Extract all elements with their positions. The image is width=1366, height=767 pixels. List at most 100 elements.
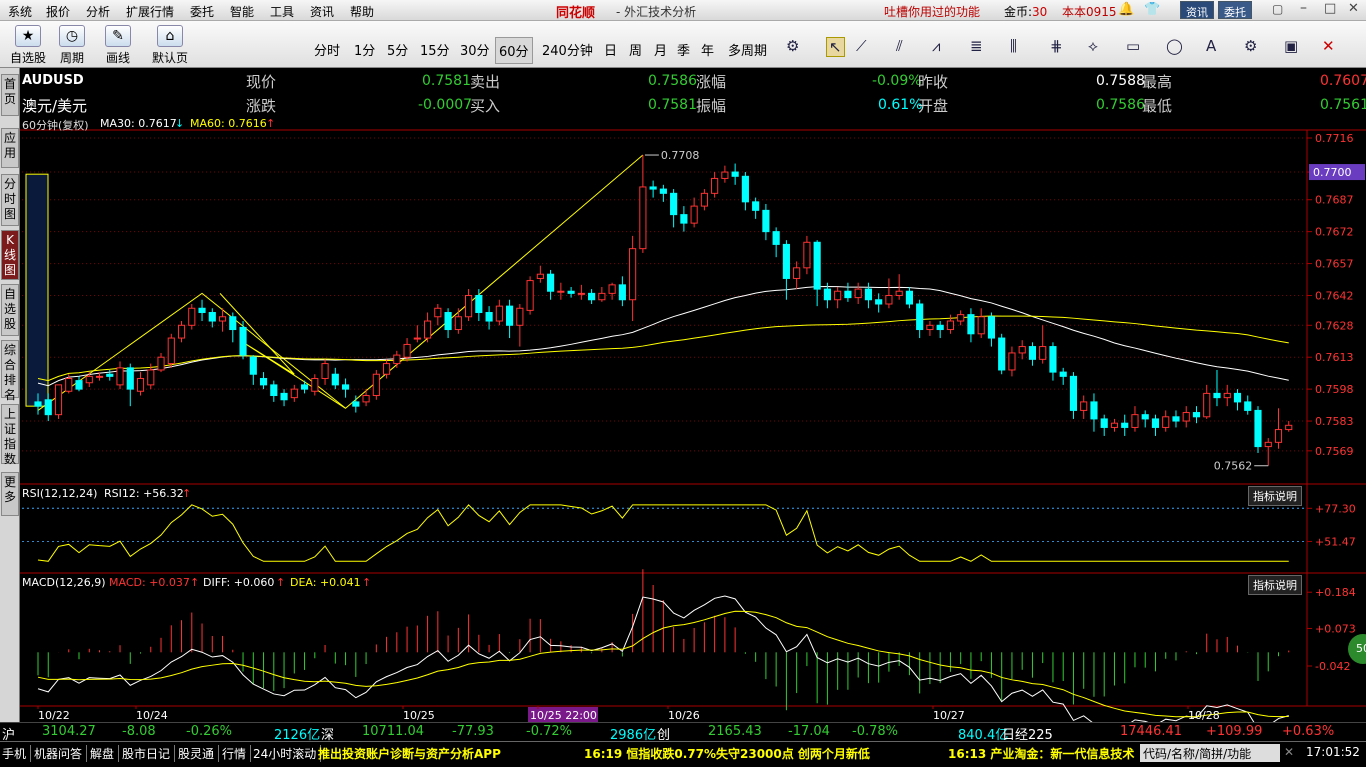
close-icon[interactable]: ✕	[1348, 1, 1359, 16]
sidebar-tab-timeshare[interactable]: 分时图	[1, 174, 19, 226]
period-5min[interactable]: 5分	[387, 40, 408, 59]
status-tab-robot-qa[interactable]: 机器问答	[34, 745, 88, 762]
rect-tool-icon[interactable]: ▭	[1126, 37, 1140, 55]
maximize-icon[interactable]: □	[1324, 1, 1336, 16]
menu-quote[interactable]: 报价	[46, 3, 70, 20]
candle-up	[1080, 401, 1088, 411]
menu-system[interactable]: 系统	[8, 3, 32, 20]
macd-explain-button[interactable]: 指标说明	[1248, 575, 1302, 595]
menu-ext-quotes[interactable]: 扩展行情	[126, 3, 174, 20]
period-1min[interactable]: 1分	[354, 40, 375, 59]
news-ticker-1[interactable]: 推出投资账户诊断与资产分析APP	[318, 745, 501, 762]
period-60min[interactable]: 60分	[495, 37, 533, 64]
restore-icon[interactable]: ▢	[1272, 2, 1283, 16]
menu-help[interactable]: 帮助	[350, 3, 374, 20]
candle-down	[618, 284, 626, 301]
candle-down	[75, 380, 83, 390]
news-button[interactable]: 资讯	[1180, 1, 1214, 19]
search-input[interactable]: 代码/名称/简拼/功能	[1140, 744, 1280, 762]
rsi-explain-button[interactable]: 指标说明	[1248, 486, 1302, 506]
settings-icon[interactable]: ⚙	[786, 37, 799, 55]
sidebar-tab-home[interactable]: 首页	[1, 74, 19, 116]
channel-tool-icon[interactable]: ⋕	[1050, 37, 1063, 55]
text-tool-icon[interactable]: A	[1206, 37, 1216, 55]
candle-down	[259, 377, 268, 386]
sidebar-tab-more[interactable]: 更多	[1, 472, 19, 516]
candle-down	[905, 290, 913, 305]
menu-news[interactable]: 资讯	[310, 3, 334, 20]
period-30min[interactable]: 30分	[460, 40, 490, 59]
sidebar-tab-watchlist[interactable]: 自选股	[1, 284, 19, 336]
gann-tool-icon[interactable]: ⫼	[1010, 37, 1017, 55]
cursor-icon[interactable]: ↖	[826, 37, 845, 57]
price-tick-label-current: 0.7700	[1313, 166, 1352, 179]
candle-up	[136, 377, 145, 392]
fib-tool-icon[interactable]: ≣	[970, 37, 983, 55]
candle-down	[506, 305, 514, 326]
clock-icon: ◷	[59, 25, 85, 47]
candle-down	[752, 201, 760, 211]
fan-tool-icon[interactable]: ⟡	[1088, 37, 1098, 55]
candle-up	[218, 316, 227, 322]
status-tab-mobile[interactable]: 手机	[2, 745, 32, 762]
default-page-button[interactable]: ⌂ 默认页	[148, 23, 192, 65]
status-bar: 手机 机器问答 解盘 股市日记 股灵通 行情 24小时滚动 推出投资账户诊断与资…	[0, 741, 1366, 767]
sidebar-tab-sh-index[interactable]: 上证指数	[1, 404, 19, 466]
period-15min[interactable]: 15分	[420, 40, 450, 59]
candle-up	[167, 337, 175, 365]
draw-settings-icon[interactable]: ⚙	[1244, 37, 1257, 55]
period-year[interactable]: 年	[701, 40, 714, 59]
candle-up	[1110, 422, 1119, 428]
news-ticker-3[interactable]: 16:13 产业淘金：新一代信息技术	[948, 745, 1136, 762]
trade-button[interactable]: 委托	[1218, 1, 1252, 19]
quote-label-low: 最低	[1142, 97, 1173, 115]
sidebar-tab-kline[interactable]: K线图	[1, 230, 19, 280]
line-tool-icon[interactable]: ⟋	[856, 37, 867, 55]
period-quarter[interactable]: 季	[677, 40, 690, 59]
chart-area[interactable]: 0.7716 0.7700 0.7687 0.7672 0.7657 0.7642 0.76…	[20, 68, 1366, 728]
candle-down	[1213, 392, 1221, 399]
status-tab-analysis[interactable]: 解盘	[90, 745, 120, 762]
candle-down	[1069, 375, 1078, 411]
parallel-tool-icon[interactable]: ⫽	[896, 37, 903, 55]
rsi-title: RSI(12,12,24)	[22, 487, 98, 500]
feedback-link[interactable]: 吐槽你用过的功能	[884, 3, 980, 20]
ellipse-tool-icon[interactable]: ◯	[1166, 37, 1183, 55]
period-button[interactable]: ◷ 周期	[50, 23, 94, 65]
period-multi[interactable]: 多周期	[728, 40, 767, 59]
candle-down	[967, 314, 975, 335]
shirt-icon[interactable]: 👕	[1144, 2, 1160, 17]
self-select-button[interactable]: ★ 自选股	[6, 23, 50, 65]
candle-up	[711, 177, 719, 194]
candle-up	[1274, 429, 1283, 443]
status-tab-linktong[interactable]: 股灵通	[178, 745, 220, 762]
period-240min[interactable]: 240分钟	[542, 40, 593, 59]
status-tab-quotes[interactable]: 行情	[222, 745, 252, 762]
chart-svg[interactable]: 0.7716 0.7700 0.7687 0.7672 0.7657 0.7642 0.76…	[20, 68, 1366, 722]
candle-up	[177, 324, 186, 339]
version-label[interactable]: 本本0915	[1062, 3, 1117, 20]
menu-smart[interactable]: 智能	[230, 3, 254, 20]
minimize-icon[interactable]: –	[1300, 0, 1307, 16]
period-week[interactable]: 周	[629, 40, 642, 59]
period-fenshi[interactable]: 分时	[314, 40, 340, 59]
draw-button[interactable]: ✎ 画线	[96, 23, 140, 65]
delete-drawing-icon[interactable]: ✕	[1322, 37, 1335, 55]
save-drawing-icon[interactable]: ▣	[1284, 37, 1298, 55]
wave-tool-icon[interactable]: ⩘	[932, 37, 940, 55]
bell-icon[interactable]: 🔔	[1118, 2, 1134, 17]
menu-trade[interactable]: 委托	[190, 3, 214, 20]
period-day[interactable]: 日	[604, 40, 617, 59]
menu-tools[interactable]: 工具	[270, 3, 294, 20]
search-close-icon[interactable]: ✕	[1284, 745, 1294, 759]
sidebar-tab-ranking[interactable]: 综合排名	[1, 340, 19, 402]
status-tab-diary[interactable]: 股市日记	[122, 745, 176, 762]
news-ticker-2[interactable]: 16:19 恒指收跌0.77%失守23000点 创两个月新低	[584, 745, 870, 762]
cy-change: -17.04	[788, 724, 830, 739]
period-month[interactable]: 月	[654, 40, 667, 59]
status-tab-24h-scroll[interactable]: 24小时滚动	[253, 745, 322, 762]
candle-down	[936, 324, 944, 331]
sidebar-tab-apps[interactable]: 应用	[1, 128, 19, 168]
toolbar: ★ 自选股 ◷ 周期 ✎ 画线 ⌂ 默认页 分时 1分 5分 15分 30分 60分 2…	[0, 21, 1366, 68]
menu-analysis[interactable]: 分析	[86, 3, 110, 20]
